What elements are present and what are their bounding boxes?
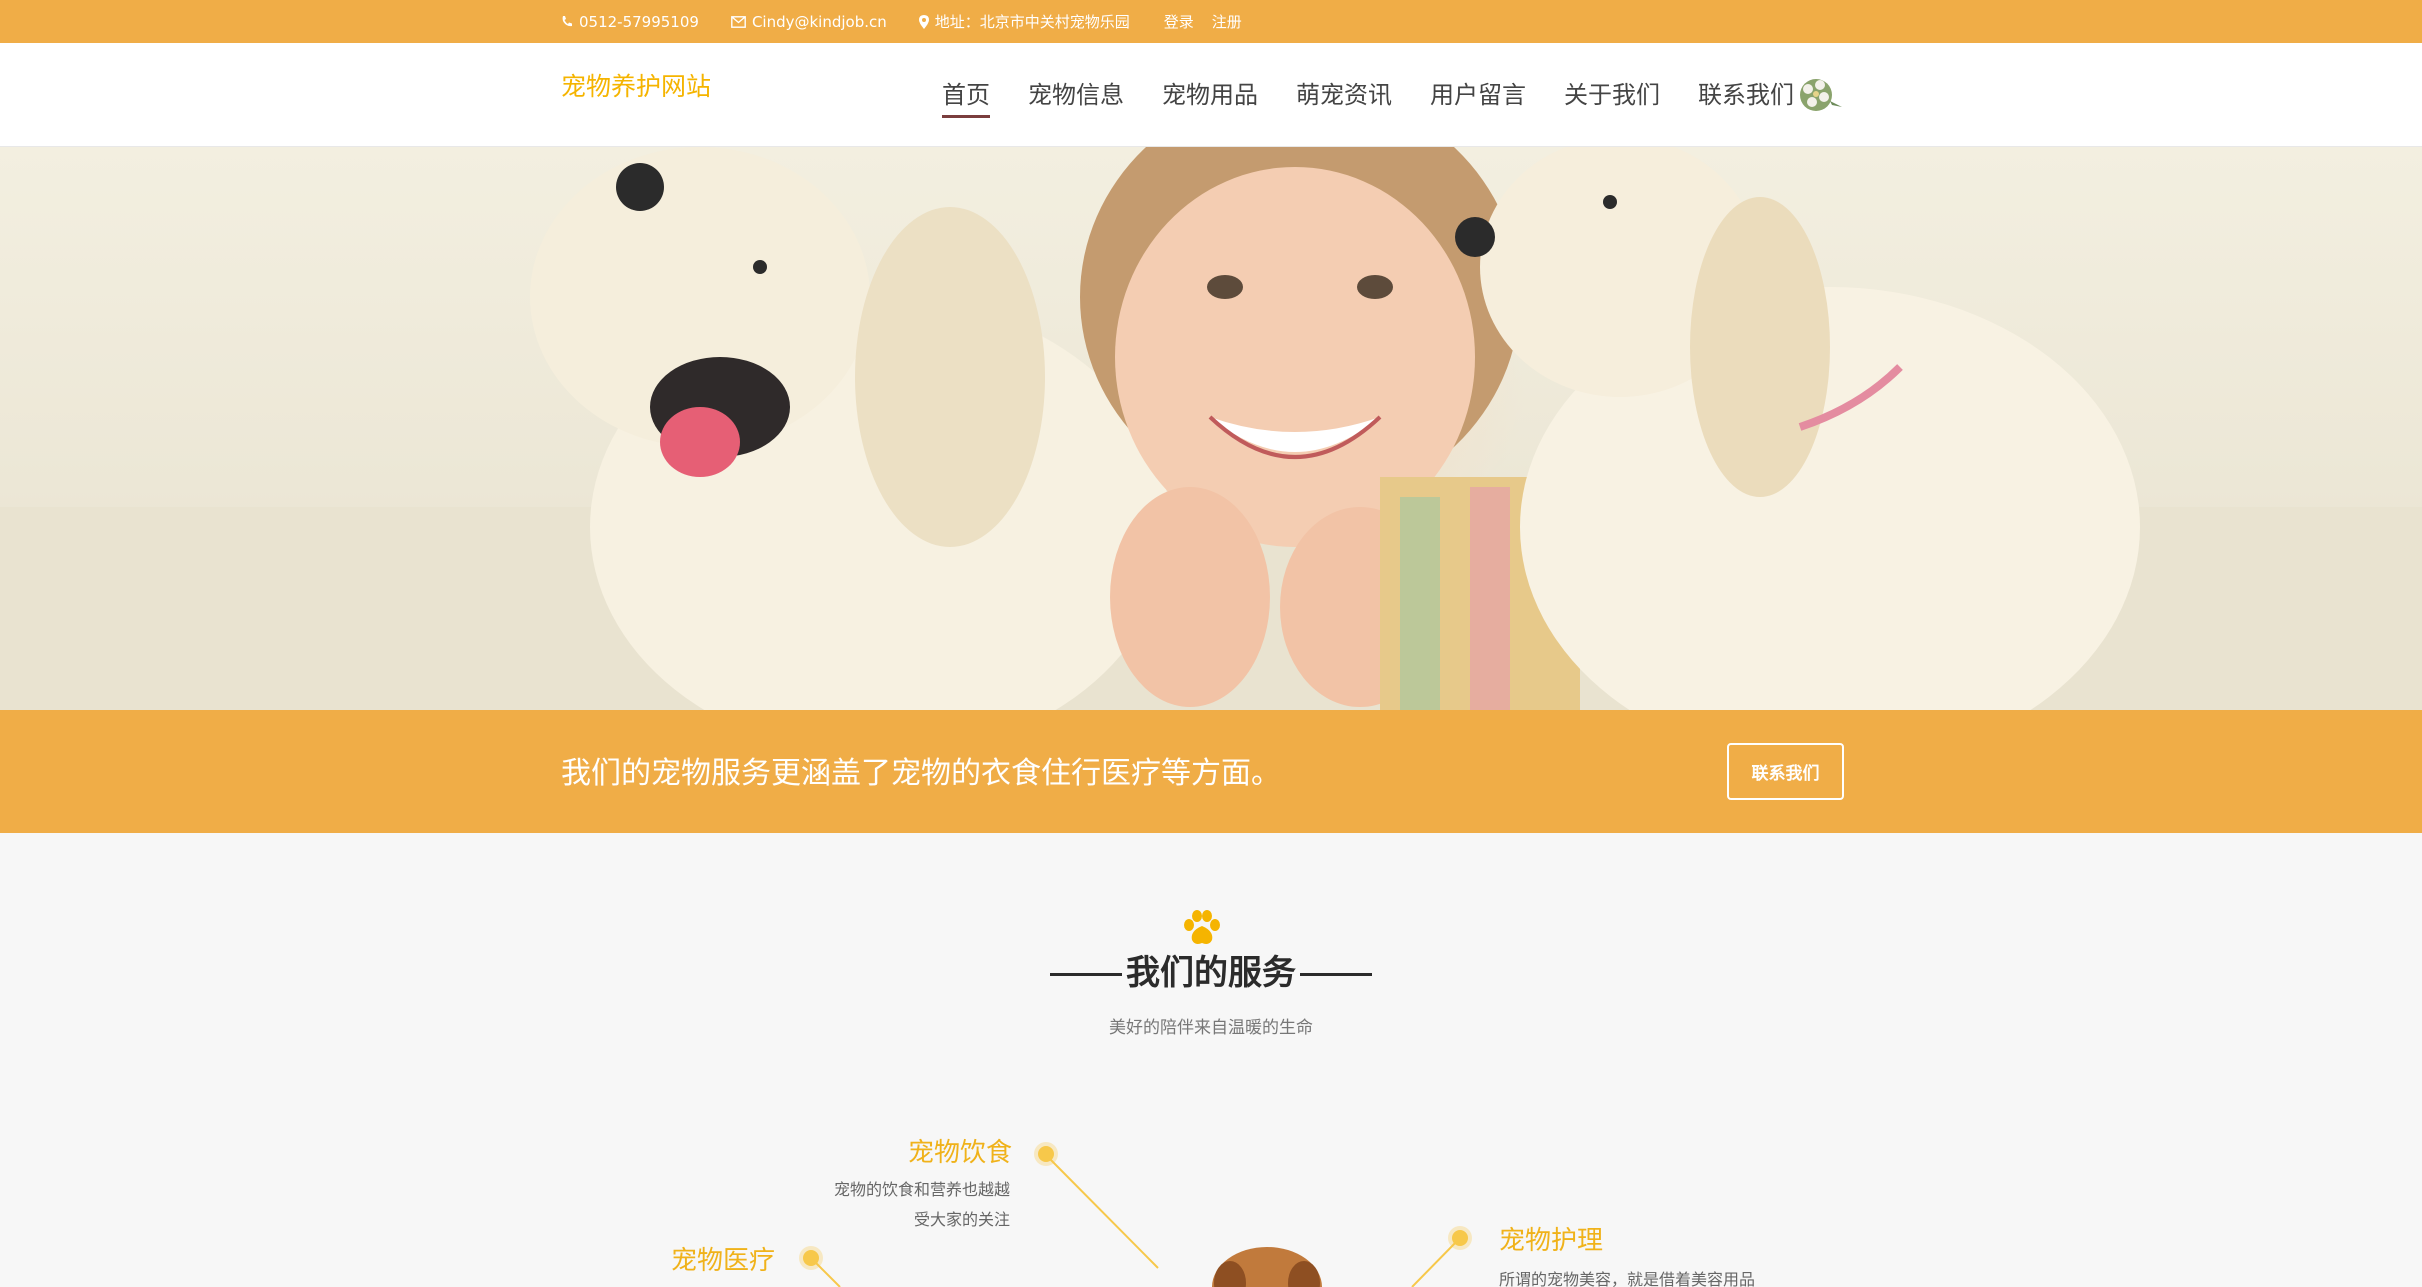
service-diet-dot: [1038, 1146, 1054, 1162]
phone-icon: [562, 16, 572, 27]
address-info: 地址：北京市中关村宠物乐园: [918, 11, 1130, 32]
nav-item-pet-supplies[interactable]: 宠物用品: [1162, 75, 1258, 116]
promo-banner: 我们的宠物服务更涵盖了宠物的衣食住行医疗等方面。 联系我们: [0, 710, 2422, 833]
site-logo[interactable]: 宠物养护网站: [561, 67, 711, 103]
email-text: Cindy@kindjob.cn: [751, 12, 887, 31]
register-link[interactable]: 注册: [1212, 11, 1242, 32]
nav-item-messages[interactable]: 用户留言: [1430, 75, 1526, 116]
nav-item-contact[interactable]: 联系我们: [1698, 75, 1794, 116]
service-diet-title[interactable]: 宠物饮食: [908, 1132, 1012, 1169]
service-care-dot: [1452, 1230, 1468, 1246]
flower-decoration-icon: [1800, 79, 1842, 111]
services-section: 我们的服务 美好的陪伴来自温暖的生命 宠物饮食 宠物的饮食和营养也越越 受大家的…: [0, 833, 2422, 1287]
site-header: 宠物养护网站 首页 宠物信息 宠物用品 萌宠资讯 用户留言 关于我们 联系我们: [0, 43, 2422, 147]
hero-photo-illustration: [0, 147, 2422, 710]
service-diet-desc-line: 受大家的关注: [913, 1210, 1010, 1229]
nav-item-pet-info[interactable]: 宠物信息: [1028, 75, 1124, 116]
service-care-title[interactable]: 宠物护理: [1499, 1220, 1603, 1257]
service-connectors: [810, 1154, 1461, 1287]
login-link[interactable]: 登录: [1164, 11, 1194, 32]
nav-item-home[interactable]: 首页: [942, 75, 990, 118]
service-care-desc: 所谓的宠物美容，就是借着美容用品: [1499, 1265, 1755, 1287]
phone-info: 0512-57995109: [561, 13, 699, 31]
map-marker-icon: [918, 14, 929, 29]
banner-text: 我们的宠物服务更涵盖了宠物的衣食住行医疗等方面。: [561, 756, 1281, 791]
service-diet-desc-line: 宠物的饮食和营养也越越: [833, 1180, 1010, 1199]
service-medical-dot: [803, 1250, 819, 1266]
nav-item-about[interactable]: 关于我们: [1564, 75, 1660, 116]
nav-item-pet-news[interactable]: 萌宠资讯: [1296, 75, 1392, 116]
envelope-icon: [731, 15, 746, 28]
contact-us-button[interactable]: 联系我们: [1727, 743, 1844, 800]
service-diet-desc: 宠物的饮食和营养也越越 受大家的关注: [818, 1175, 1010, 1235]
phone-text: 0512-57995109: [579, 12, 699, 31]
service-care-desc-line: 所谓的宠物美容，就是借着美容用品: [1499, 1270, 1756, 1287]
top-info-bar: 0512-57995109 Cindy@kindjob.cn 地址：北京市中关村…: [0, 0, 2422, 43]
address-text: 地址：北京市中关村宠物乐园: [934, 13, 1130, 31]
hero-image: [0, 147, 2422, 710]
main-nav: 首页 宠物信息 宠物用品 萌宠资讯 用户留言 关于我们 联系我们: [942, 75, 1832, 118]
service-medical-title[interactable]: 宠物医疗: [671, 1240, 775, 1277]
email-info: Cindy@kindjob.cn: [731, 13, 887, 31]
